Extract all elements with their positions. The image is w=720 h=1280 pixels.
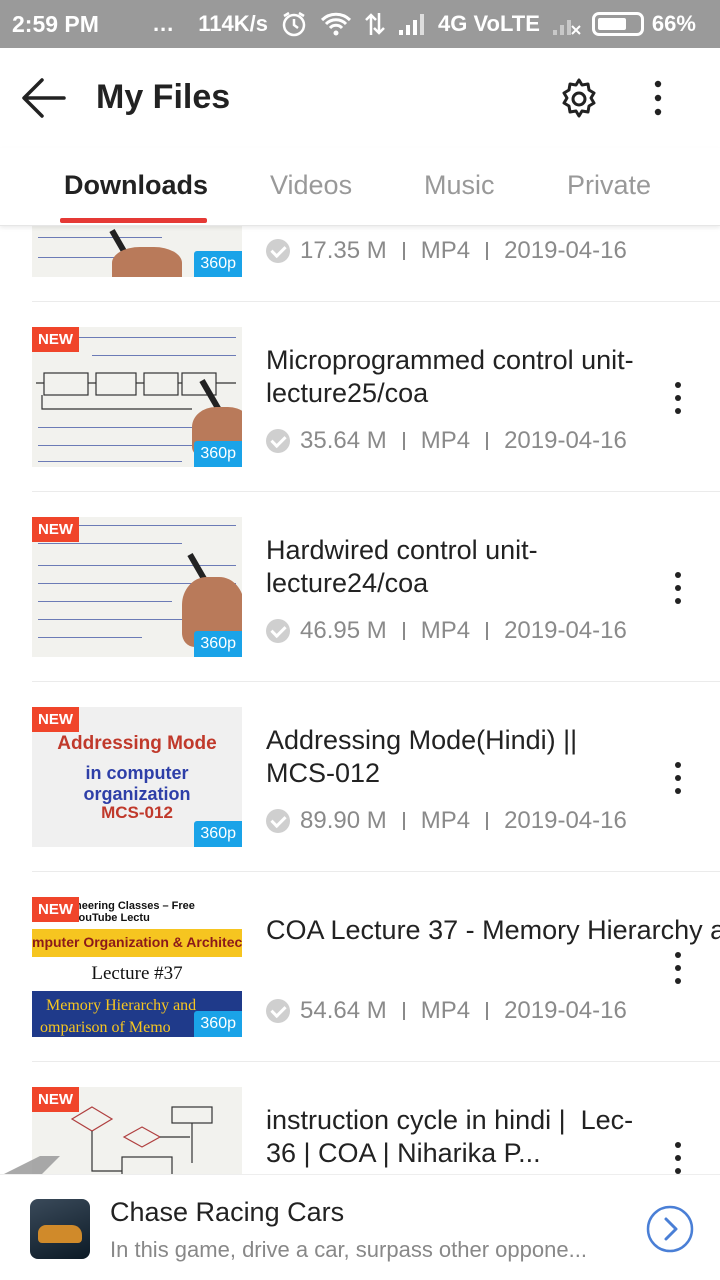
item-more-options-icon[interactable] bbox=[666, 760, 690, 796]
file-title: Microprogrammed control unit- lecture25/… bbox=[266, 345, 634, 408]
page-title: My Files bbox=[96, 78, 231, 116]
list-item[interactable]: NEW 360p Microprogrammed control unit- l… bbox=[0, 302, 720, 492]
tab-private[interactable]: Private bbox=[567, 170, 651, 201]
file-type: MP4 bbox=[420, 997, 471, 1024]
new-badge: NEW bbox=[32, 517, 79, 542]
file-meta: 89.90 M MP4 2019-04-16 bbox=[266, 807, 627, 835]
file-size: 35.64 M bbox=[300, 427, 387, 454]
file-meta: 46.95 M MP4 2019-04-16 bbox=[266, 617, 627, 645]
battery-icon bbox=[591, 12, 644, 36]
downloaded-check-icon bbox=[266, 999, 290, 1023]
file-date: 2019-04-16 bbox=[504, 237, 627, 264]
video-thumbnail: ineering Classes – Free YouTube Lectu mp… bbox=[32, 897, 242, 1037]
file-size: 89.90 M bbox=[300, 807, 387, 834]
resolution-badge: 360p bbox=[194, 251, 242, 277]
downloaded-check-icon bbox=[266, 429, 290, 453]
file-date: 2019-04-16 bbox=[504, 427, 627, 454]
new-badge: NEW bbox=[32, 1087, 79, 1112]
file-date: 2019-04-16 bbox=[504, 807, 627, 834]
file-list: 360p 17.35 M MP4 2019-04-16 NEW 360p Mic… bbox=[0, 226, 720, 1174]
more-options-icon[interactable] bbox=[646, 76, 670, 120]
thumbnail-text: Lecture #37 bbox=[32, 957, 242, 991]
status-time: 2:59 PM bbox=[12, 10, 99, 37]
tab-music[interactable]: Music bbox=[424, 170, 495, 201]
resolution-badge: 360p bbox=[194, 631, 242, 657]
video-thumbnail: NEW 360p bbox=[32, 517, 242, 657]
file-title: instruction cycle in hindi | Lec-36 | CO… bbox=[266, 1105, 634, 1168]
tab-videos[interactable]: Videos bbox=[270, 170, 352, 201]
item-more-options-icon[interactable] bbox=[666, 380, 690, 416]
resolution-badge: 360p bbox=[194, 1011, 242, 1037]
new-badge: NEW bbox=[32, 327, 79, 352]
item-more-options-icon[interactable] bbox=[666, 570, 690, 606]
file-size: 54.64 M bbox=[300, 997, 387, 1024]
thumbnail-text: mputer Organization & Architect bbox=[32, 929, 242, 957]
file-meta: 35.64 M MP4 2019-04-16 bbox=[266, 427, 627, 455]
status-bar: 2:59 PM ... 114K/s 4G VoLTE 66% bbox=[0, 0, 720, 48]
downloaded-check-icon bbox=[266, 809, 290, 833]
resolution-badge: 360p bbox=[194, 441, 242, 467]
ad-banner[interactable]: Chase Racing Cars In this game, drive a … bbox=[0, 1174, 720, 1280]
active-tab-indicator bbox=[60, 218, 207, 223]
ad-title: Chase Racing Cars bbox=[110, 1197, 345, 1227]
list-item[interactable]: Addressing Mode in computer organization… bbox=[0, 682, 720, 872]
list-item[interactable]: NEW instruction cycle in hindi | Lec-36 … bbox=[0, 1062, 720, 1174]
file-date: 2019-04-16 bbox=[504, 617, 627, 644]
file-size: 17.35 M bbox=[300, 237, 387, 264]
item-more-options-icon[interactable] bbox=[666, 950, 690, 986]
ad-description: In this game, drive a car, surpass other… bbox=[110, 1237, 587, 1262]
file-meta: 54.64 M MP4 2019-04-16 bbox=[266, 997, 627, 1025]
wifi-icon bbox=[320, 11, 352, 37]
app-header: My Files bbox=[0, 48, 720, 148]
tab-downloads[interactable]: Downloads bbox=[64, 170, 208, 201]
new-badge: NEW bbox=[32, 897, 79, 922]
file-title: Addressing Mode(Hindi) || MCS-012 bbox=[266, 725, 578, 788]
list-item[interactable]: 360p 17.35 M MP4 2019-04-16 bbox=[0, 226, 720, 302]
video-thumbnail: 360p bbox=[32, 226, 242, 277]
thumbnail-text: in computer organization bbox=[83, 763, 191, 804]
file-type: MP4 bbox=[420, 427, 471, 454]
file-date: 2019-04-16 bbox=[504, 997, 627, 1024]
file-size: 46.95 M bbox=[300, 617, 387, 644]
status-speed: 114K/s bbox=[198, 11, 269, 36]
signal-icon bbox=[398, 12, 428, 36]
file-type: MP4 bbox=[420, 807, 471, 834]
video-thumbnail: NEW bbox=[32, 1087, 242, 1174]
file-title: Hardwired control unit- lecture24/coa bbox=[266, 535, 538, 598]
battery-percent: 66% bbox=[651, 11, 696, 36]
tab-bar: Downloads Videos Music Private bbox=[0, 148, 720, 226]
status-network: 4G VoLTE bbox=[438, 11, 540, 36]
signal-off-icon bbox=[552, 12, 582, 36]
data-transfer-icon bbox=[364, 11, 386, 37]
list-item[interactable]: ineering Classes – Free YouTube Lectu mp… bbox=[0, 872, 720, 1062]
thumbnail-text: Addressing Mode bbox=[57, 733, 217, 754]
resolution-badge: 360p bbox=[194, 821, 242, 847]
file-type: MP4 bbox=[420, 617, 471, 644]
ad-app-icon bbox=[30, 1199, 90, 1259]
file-title: COA Lecture 37 - Memory Hierarchy and Co… bbox=[266, 915, 720, 945]
thumbnail-text: MCS-012 bbox=[101, 803, 173, 822]
file-type: MP4 bbox=[420, 237, 471, 264]
video-thumbnail: NEW 360p bbox=[32, 327, 242, 467]
file-meta: 17.35 M MP4 2019-04-16 bbox=[266, 237, 627, 265]
alarm-icon bbox=[280, 10, 308, 38]
back-arrow-icon[interactable] bbox=[20, 76, 68, 120]
item-more-options-icon[interactable] bbox=[666, 1140, 690, 1174]
new-badge: NEW bbox=[32, 707, 79, 732]
status-dots: ... bbox=[152, 11, 175, 36]
list-item[interactable]: NEW 360p Hardwired control unit- lecture… bbox=[0, 492, 720, 682]
downloaded-check-icon bbox=[266, 619, 290, 643]
settings-gear-icon[interactable] bbox=[556, 76, 602, 122]
chevron-right-icon[interactable] bbox=[646, 1205, 694, 1253]
downloaded-check-icon bbox=[266, 239, 290, 263]
video-thumbnail: Addressing Mode in computer organization… bbox=[32, 707, 242, 847]
